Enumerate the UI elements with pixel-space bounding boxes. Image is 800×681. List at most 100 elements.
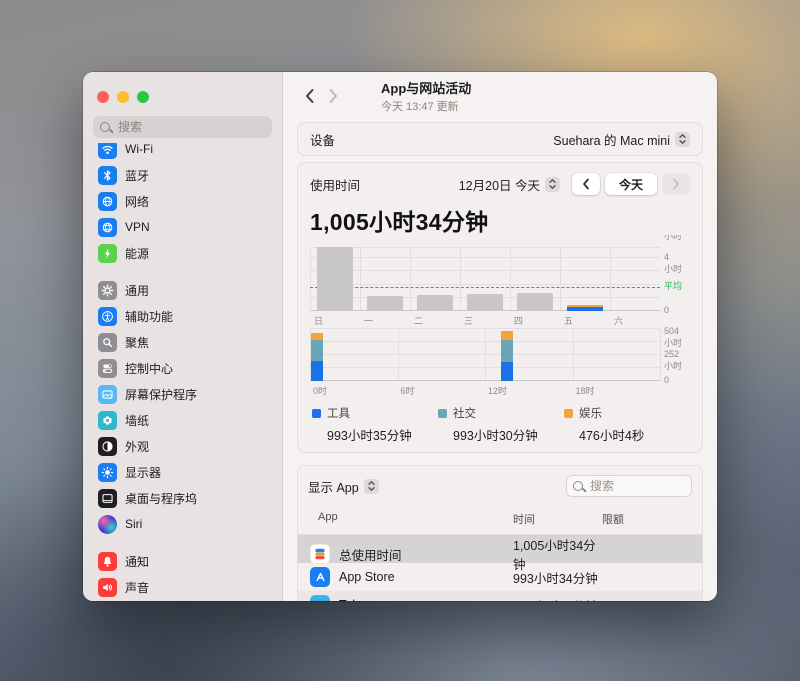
sidebar-item-spotlight[interactable]: 聚焦 <box>93 329 272 355</box>
sidebar-item-label: 声音 <box>125 580 150 595</box>
app-time: 993小时34分钟 <box>513 571 598 586</box>
sidebar-item-label: 屏幕保护程序 <box>125 387 198 402</box>
legend-head: 工具 <box>312 405 438 421</box>
sidebar-item-screensaver[interactable]: 屏幕保护程序 <box>93 381 272 407</box>
sidebar-item-label: 聚焦 <box>125 335 150 350</box>
app-store-icon <box>310 567 330 587</box>
day-bar[interactable] <box>367 295 403 311</box>
sidebar-item-vpn[interactable]: VPN <box>93 214 272 240</box>
gridline <box>485 329 486 381</box>
col-time: 时间 <box>513 514 535 526</box>
sidebar-item-accessibility[interactable]: 辅助功能 <box>93 303 272 329</box>
usage-total: 1,005小时34分钟 <box>310 209 489 235</box>
traffic-lights <box>93 72 272 116</box>
hour-bar-segment-娱乐[interactable] <box>311 332 324 341</box>
axis-zero: 0 <box>664 375 670 385</box>
sidebar-item-bell[interactable]: 通知 <box>93 548 272 574</box>
day-bar[interactable] <box>417 295 453 311</box>
desktop-dock-icon <box>98 488 117 508</box>
apps-search[interactable] <box>566 475 692 497</box>
gridline <box>610 247 611 311</box>
clipped-axis-label: 小时 <box>664 235 683 241</box>
day-bar-segment-娱乐[interactable] <box>567 304 603 308</box>
day-bar[interactable] <box>467 294 503 311</box>
day-label: 日 <box>314 316 324 326</box>
telegram-icon <box>310 595 330 601</box>
device-row: 设备 Suehara 的 Mac mini <box>298 123 702 155</box>
chevron-up-down-icon <box>545 176 560 192</box>
sidebar-item-label: 显示器 <box>125 465 162 480</box>
date-popup[interactable]: 12月20日 今天 <box>459 175 560 194</box>
day-label: 二 <box>413 316 423 326</box>
hour-bar-segment-社交[interactable] <box>311 340 324 362</box>
zoom-button[interactable] <box>137 91 149 103</box>
control-center-icon <box>98 358 117 378</box>
minimize-button[interactable] <box>117 91 129 103</box>
sidebar-list: Wi-Fi 蓝牙网络 VPN 能源通用 辅助功能聚焦控制中心屏幕保护程序 墙纸外观显示器桌… <box>93 143 272 601</box>
app-cell: Telegram <box>310 595 513 601</box>
app-cell: 总使用时间 <box>310 544 513 564</box>
bluetooth-icon <box>98 165 117 185</box>
prev-day-button[interactable] <box>572 173 600 195</box>
legend-color-swatch <box>312 408 321 418</box>
sidebar-item-bluetooth[interactable]: 蓝牙 <box>93 162 272 188</box>
sidebar-search-input[interactable] <box>116 119 265 135</box>
gridline <box>310 247 660 248</box>
close-button[interactable] <box>97 91 109 103</box>
legend-item-社交: 社交 993小时30分钟 <box>438 405 564 444</box>
hourly-axis: 504 小时 252 小时 0 <box>660 326 690 385</box>
hour-bar-segment-娱乐[interactable] <box>500 331 513 341</box>
sidebar-item-appearance[interactable]: 外观 <box>93 433 272 459</box>
bell-icon <box>98 551 117 571</box>
table-row[interactable]: 总使用时间 1,005小时34分钟 <box>298 535 702 572</box>
axis-unit: 小时 <box>664 338 683 348</box>
table-row[interactable]: App Store 993小时34分钟 <box>298 563 702 591</box>
sidebar-item-displays[interactable]: 显示器 <box>93 459 272 485</box>
back-button[interactable] <box>297 84 321 108</box>
show-filter-popup[interactable]: 显示 App <box>308 477 379 496</box>
sidebar-item-globe[interactable]: 网络 <box>93 188 272 214</box>
content-header: App与网站活动 今天 13:47 更新 <box>283 72 717 120</box>
spotlight-icon <box>98 332 117 352</box>
apps-card: 显示 App App 时间 限额 总使用时间1,005小时34分钟Ap <box>297 465 703 601</box>
device-popup[interactable]: Suehara 的 Mac mini <box>553 130 690 149</box>
app-name: App Store <box>339 570 395 584</box>
wallpaper-icon <box>98 410 117 430</box>
date-nav-group: 今天 <box>572 173 690 195</box>
gridline <box>397 329 399 381</box>
hour-bar-segment-工具[interactable] <box>500 361 513 381</box>
sidebar-item-label: Wi-Fi <box>125 143 153 156</box>
apps-search-input[interactable] <box>588 478 685 494</box>
sidebar-item-wifi[interactable]: Wi-Fi <box>93 143 272 162</box>
next-day-button[interactable] <box>662 173 690 195</box>
legend-name: 工具 <box>327 408 350 420</box>
day-label: 一 <box>363 316 373 326</box>
sidebar-item-siri[interactable]: Siri <box>93 511 272 537</box>
today-button[interactable]: 今天 <box>605 173 657 195</box>
col-limit: 限额 <box>602 514 624 526</box>
legend-value: 993小时30分钟 <box>453 429 538 443</box>
sidebar-search[interactable] <box>93 116 272 138</box>
legend-head: 社交 <box>438 405 564 421</box>
gridline <box>510 247 511 311</box>
sidebar-item-control-center[interactable]: 控制中心 <box>93 355 272 381</box>
sidebar-item-desktop-dock[interactable]: 桌面与程序坞 <box>93 485 272 511</box>
day-label: 五 <box>564 316 574 326</box>
hour-bar-segment-工具[interactable] <box>311 361 324 381</box>
sidebar-item-wallpaper[interactable]: 墙纸 <box>93 407 272 433</box>
sidebar-item-energy[interactable]: 能源 <box>93 240 272 266</box>
chevron-up-down-icon <box>675 131 690 147</box>
hour-bar-segment-社交[interactable] <box>500 340 513 362</box>
forward-button[interactable] <box>321 84 345 108</box>
sidebar-item-label: 墙纸 <box>125 413 150 428</box>
sidebar-item-speaker[interactable]: 声音 <box>93 574 272 600</box>
sidebar-item-label: 蓝牙 <box>125 168 150 183</box>
sidebar-item-gear[interactable]: 通用 <box>93 277 272 303</box>
day-bar[interactable] <box>317 247 353 311</box>
table-row[interactable]: Telegram 993小时21分钟 <box>298 591 702 601</box>
accessibility-icon <box>98 306 117 326</box>
day-bar[interactable] <box>517 293 553 311</box>
sidebar-item-label: 能源 <box>125 246 150 261</box>
